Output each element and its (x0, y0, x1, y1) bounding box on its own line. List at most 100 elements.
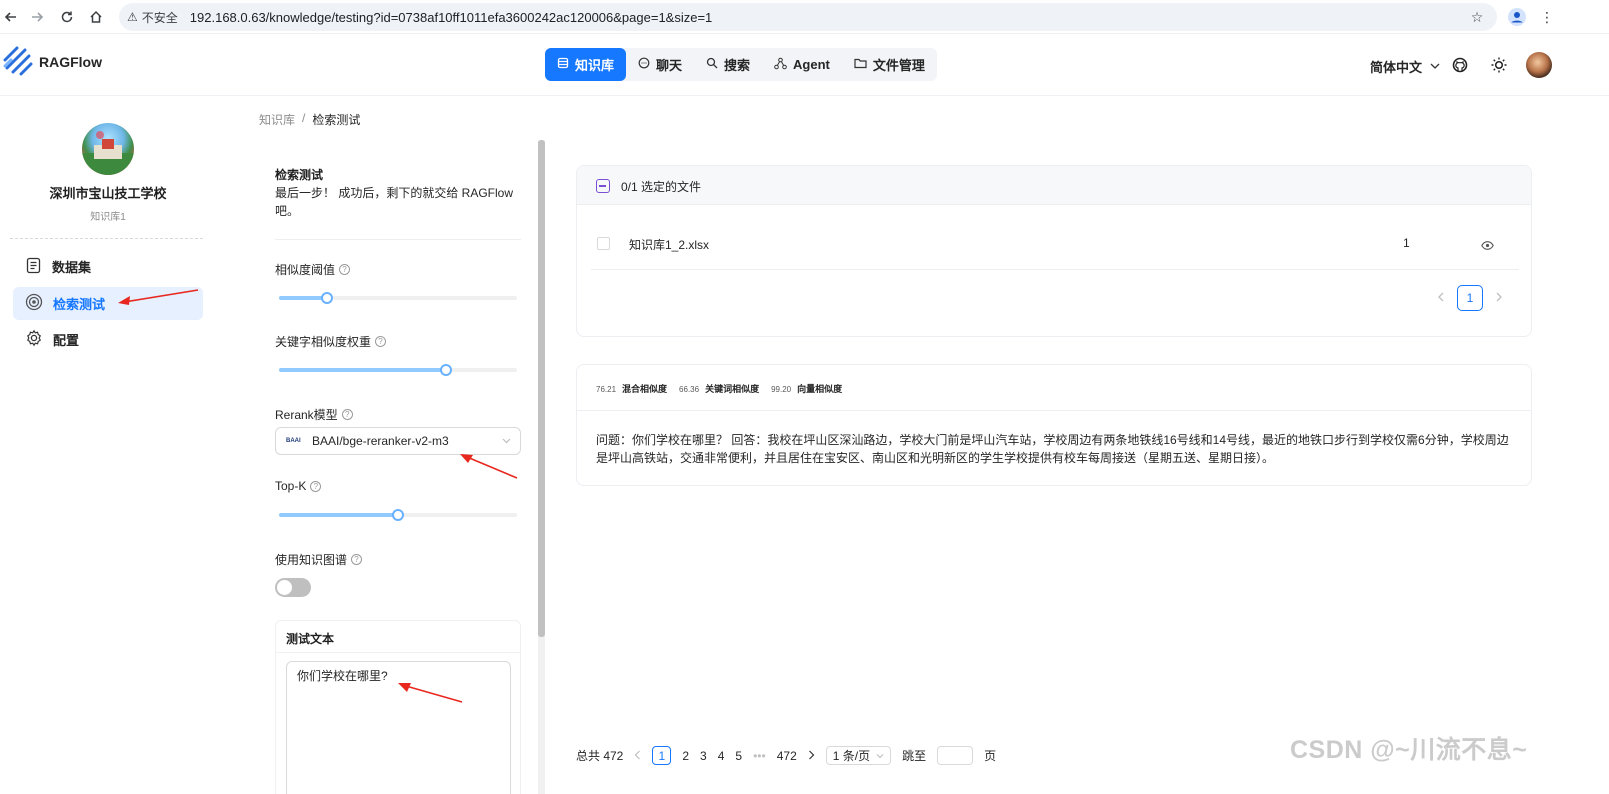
nav-chat[interactable]: 聊天 (626, 48, 694, 81)
star-icon[interactable]: ☆ (1466, 6, 1488, 28)
panel-title: 检索测试 (275, 168, 324, 182)
user-avatar[interactable] (1526, 52, 1552, 78)
back-icon[interactable] (0, 6, 22, 28)
next-page-icon[interactable] (1495, 291, 1503, 305)
sidebar-item-dataset[interactable]: 数据集 (13, 250, 203, 283)
slider-handle[interactable] (320, 292, 333, 304)
warning-icon: ⚠ (127, 10, 138, 24)
target-icon (25, 293, 43, 314)
keyword-weight-label: 关键字相似度权重 ? (275, 333, 387, 350)
ragflow-logo-icon[interactable] (3, 46, 33, 81)
keyword-weight-slider[interactable] (279, 364, 517, 376)
next-page-icon[interactable] (808, 749, 815, 763)
slider-handle[interactable] (439, 364, 452, 376)
rerank-label: Rerank模型 ? (275, 406, 353, 423)
nav-file-management[interactable]: 文件管理 (842, 48, 937, 81)
annotation-arrow (118, 289, 199, 305)
divider (577, 410, 1531, 411)
sidebar-item-config[interactable]: 配置 (13, 323, 203, 356)
help-icon[interactable]: ? (375, 336, 387, 347)
help-icon[interactable]: ? (339, 264, 351, 275)
help-icon[interactable]: ? (351, 554, 363, 565)
prev-page-icon[interactable] (1437, 291, 1445, 305)
similarity-label: 相似度阈值 ? (275, 261, 351, 278)
chevron-down-icon (502, 436, 511, 447)
file-checkbox[interactable] (597, 237, 610, 250)
agent-icon (774, 57, 787, 73)
page-3-button[interactable]: 3 (700, 749, 707, 763)
app-header: RAGFlow 知识库 聊天 搜索 Agent 文件管理 简体中文 (0, 35, 1609, 96)
divider (276, 652, 520, 653)
language-select[interactable]: 简体中文 (1370, 57, 1440, 76)
watermark: CSDN @~川流不息~ (1290, 736, 1528, 764)
page-2-button[interactable]: 2 (682, 749, 689, 763)
menu-icon[interactable]: ⋮ (1536, 6, 1558, 28)
forward-icon[interactable] (26, 6, 48, 28)
kb-avatar (82, 123, 134, 175)
slider-track-fill (279, 296, 327, 300)
nav-knowledge-base[interactable]: 知识库 (545, 48, 627, 81)
kb-subtitle: 知识库1 (90, 212, 126, 223)
breadcrumb-separator: / (302, 111, 306, 125)
chat-icon (638, 57, 650, 72)
github-icon[interactable] (1449, 54, 1471, 76)
eye-icon[interactable] (1481, 239, 1494, 253)
topk-slider[interactable] (279, 509, 517, 521)
panel-scrollbar-thumb[interactable] (538, 140, 545, 637)
sun-icon[interactable] (1488, 54, 1510, 76)
prev-page-icon[interactable] (634, 749, 641, 763)
page-4-button[interactable]: 4 (718, 749, 725, 763)
breadcrumb-root[interactable]: 知识库 (259, 111, 295, 128)
results-pagination: 总共 472 1 2 3 4 5 ••• 472 1 条/页 跳至 页 (576, 746, 996, 765)
annotation-arrow (460, 454, 518, 479)
baai-logo: BAAI (286, 438, 301, 444)
similarity-scores: 76.21 混合相似度 66.36 关键词相似度 99.20 向量相似度 (596, 382, 848, 395)
files-pagination: 1 (1437, 285, 1503, 311)
insecure-badge[interactable]: ⚠ 不安全 (127, 9, 186, 26)
divider (10, 238, 203, 239)
selected-files-card: 0/1 选定的文件 知识库1_2.xlsx 1 1 (576, 165, 1532, 337)
address-bar[interactable]: ⚠ 不安全 192.168.0.63/knowledge/testing?id=… (119, 3, 1497, 31)
gear-icon (25, 329, 43, 350)
files-card-header: 0/1 选定的文件 (577, 166, 1531, 205)
select-all-checkbox[interactable] (596, 179, 610, 193)
dataset-icon (25, 257, 42, 277)
keyword-score: 66.36 (679, 385, 700, 394)
nav-agent[interactable]: Agent (762, 48, 842, 81)
jump-page-input[interactable] (937, 746, 974, 765)
chevron-down-icon (876, 753, 884, 758)
page-ellipsis[interactable]: ••• (753, 749, 766, 763)
folder-icon (854, 57, 867, 72)
hybrid-score: 76.21 (596, 385, 617, 394)
help-icon[interactable]: ? (341, 409, 353, 420)
help-icon[interactable]: ? (310, 480, 322, 492)
page-5-button[interactable]: 5 (735, 749, 742, 763)
reload-icon[interactable] (56, 6, 78, 28)
page-1-button[interactable]: 1 (652, 746, 672, 765)
page-size-select[interactable]: 1 条/页 (825, 746, 892, 765)
slider-handle[interactable] (392, 509, 404, 521)
breadcrumb: 知识库 / 检索测试 (259, 111, 360, 128)
vector-score: 99.20 (771, 385, 792, 394)
profile-icon[interactable] (1506, 6, 1528, 28)
panel-description: 最后一步！ 成功后，剩下的就交给 RAGFlow 吧。 (275, 186, 514, 218)
jump-label: 跳至 (902, 749, 927, 763)
annotation-arrow (398, 683, 463, 703)
table-row[interactable]: 知识库1_2.xlsx 1 (591, 222, 1519, 270)
url-text: 192.168.0.63/knowledge/testing?id=0738af… (189, 9, 713, 25)
page-unit-label: 页 (984, 749, 997, 763)
browser-toolbar: ⚠ 不安全 192.168.0.63/knowledge/testing?id=… (0, 0, 1609, 34)
nav-search[interactable]: 搜索 (694, 48, 762, 81)
result-chunk-card[interactable]: 76.21 混合相似度 66.36 关键词相似度 99.20 向量相似度 问题：… (576, 364, 1532, 486)
total-count: 总共 472 (576, 749, 624, 763)
similarity-slider[interactable] (279, 292, 517, 304)
brand-name[interactable]: RAGFlow (39, 54, 102, 70)
chevron-down-icon (1430, 59, 1440, 74)
search-icon (706, 57, 718, 72)
home-icon[interactable] (85, 6, 107, 28)
slider-track-fill (279, 368, 446, 372)
last-page-button[interactable]: 472 (777, 749, 797, 763)
page-button-active[interactable]: 1 (1457, 285, 1483, 311)
toggle-knob (277, 580, 292, 595)
knowledge-graph-toggle[interactable] (275, 578, 311, 597)
